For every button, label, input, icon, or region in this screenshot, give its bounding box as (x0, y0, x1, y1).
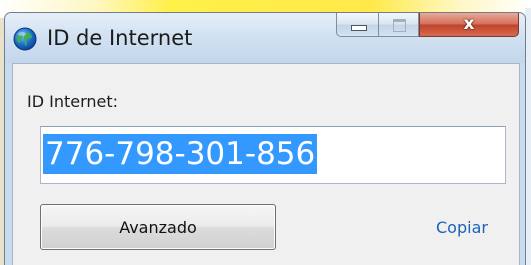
internet-id-value[interactable]: 776-798-301-856 (43, 134, 318, 174)
close-icon: x (463, 14, 475, 34)
dialog-body: ID Internet: 776-798-301-856 Avanzado Co… (12, 63, 520, 265)
internet-id-field[interactable]: 776-798-301-856 (40, 126, 506, 184)
minimize-button[interactable] (336, 13, 379, 37)
internet-id-window: ID de Internet x ID Internet: 776-798-30… (4, 12, 526, 265)
globe-icon (13, 27, 37, 51)
close-button[interactable]: x (419, 13, 519, 37)
maximize-icon (393, 19, 406, 32)
copy-link[interactable]: Copiar (436, 218, 488, 237)
title-bar[interactable]: ID de Internet x (5, 13, 525, 63)
internet-id-label: ID Internet: (27, 92, 119, 111)
window-title: ID de Internet (47, 26, 193, 50)
minimize-icon (351, 25, 367, 31)
advanced-button[interactable]: Avanzado (40, 204, 276, 250)
maximize-button (378, 13, 419, 37)
